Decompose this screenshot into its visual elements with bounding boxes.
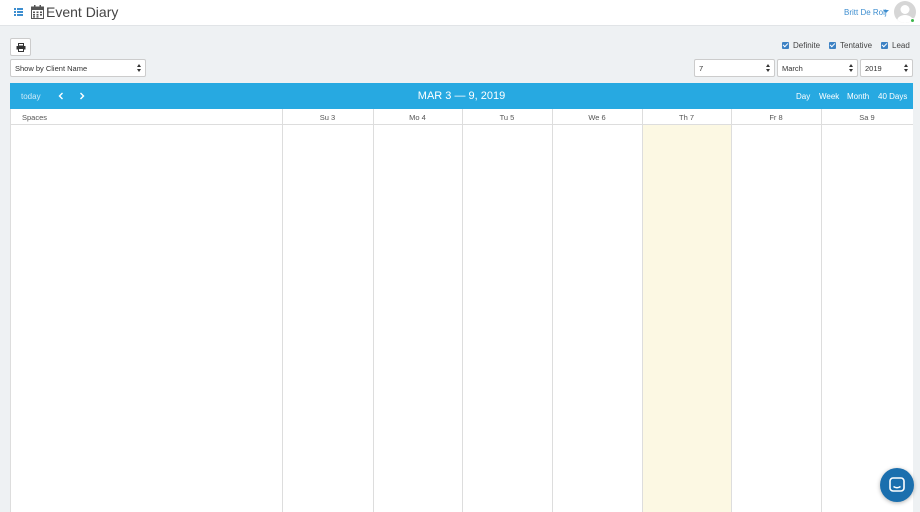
day-header: Fr 8 (731, 109, 821, 125)
select-arrows-icon (137, 64, 142, 73)
calendar-toolbar: today MAR 3 — 9, 2019 Day Week Month 40 … (10, 83, 913, 109)
filter-definite[interactable]: Definite (782, 40, 820, 50)
grid-divider (462, 109, 463, 512)
show-by-value: Show by Client Name (15, 64, 88, 73)
day-header: Sa 9 (821, 109, 913, 125)
caret-down-icon[interactable] (883, 10, 889, 13)
view-week-button[interactable]: Week (819, 92, 839, 101)
year-value: 2019 (865, 64, 882, 73)
tentative-checkbox[interactable] (829, 41, 836, 49)
grid-divider (642, 109, 643, 512)
grid-divider (282, 109, 283, 512)
definite-checkbox[interactable] (782, 41, 789, 49)
grid-divider (552, 109, 553, 512)
resource-header: Spaces (10, 109, 282, 125)
select-arrows-icon (849, 64, 854, 73)
grid-divider (821, 109, 822, 512)
calendar-title: MAR 3 — 9, 2019 (417, 90, 506, 102)
day-header: We 6 (552, 109, 642, 125)
online-status-indicator (910, 18, 915, 23)
grid-divider (731, 109, 732, 512)
day-header: Th 7 (642, 109, 731, 125)
grid-divider (10, 109, 11, 512)
view-40days-button[interactable]: 40 Days (878, 92, 907, 101)
user-menu[interactable]: Britt De Roij (844, 8, 887, 17)
day-value: 7 (699, 64, 704, 73)
view-day-button[interactable]: Day (796, 92, 810, 101)
month-select[interactable]: March (777, 59, 858, 77)
day-header: Tu 5 (462, 109, 552, 125)
filter-lead[interactable]: Lead (881, 40, 910, 50)
menu-icon[interactable] (14, 8, 23, 16)
year-select[interactable]: 2019 (860, 59, 913, 77)
grid-divider (373, 109, 374, 512)
select-arrows-icon (766, 64, 771, 73)
definite-label: Definite (793, 40, 821, 50)
calendar-icon (31, 5, 44, 19)
calendar-grid: Spaces Su 3 Mo 4 Tu 5 We 6 Th 7 Fr 8 Sa … (10, 109, 913, 512)
day-header: Mo 4 (373, 109, 462, 125)
lead-checkbox[interactable] (881, 41, 888, 49)
page-title: Event Diary (46, 4, 119, 20)
print-icon (16, 43, 26, 52)
lead-label: Lead (892, 40, 910, 50)
select-arrows-icon (904, 64, 909, 73)
chat-button[interactable] (880, 468, 914, 502)
top-bar: Event Diary Britt De Roij (0, 0, 920, 26)
print-button[interactable] (10, 38, 31, 56)
tentative-label: Tentative (840, 40, 873, 50)
show-by-select[interactable]: Show by Client Name (10, 59, 146, 77)
day-header: Su 3 (282, 109, 373, 125)
month-value: March (782, 64, 803, 73)
view-month-button[interactable]: Month (847, 92, 869, 101)
today-column-highlight (642, 125, 731, 512)
chat-icon (889, 477, 905, 492)
filter-tentative[interactable]: Tentative (829, 40, 872, 50)
day-select[interactable]: 7 (694, 59, 775, 77)
